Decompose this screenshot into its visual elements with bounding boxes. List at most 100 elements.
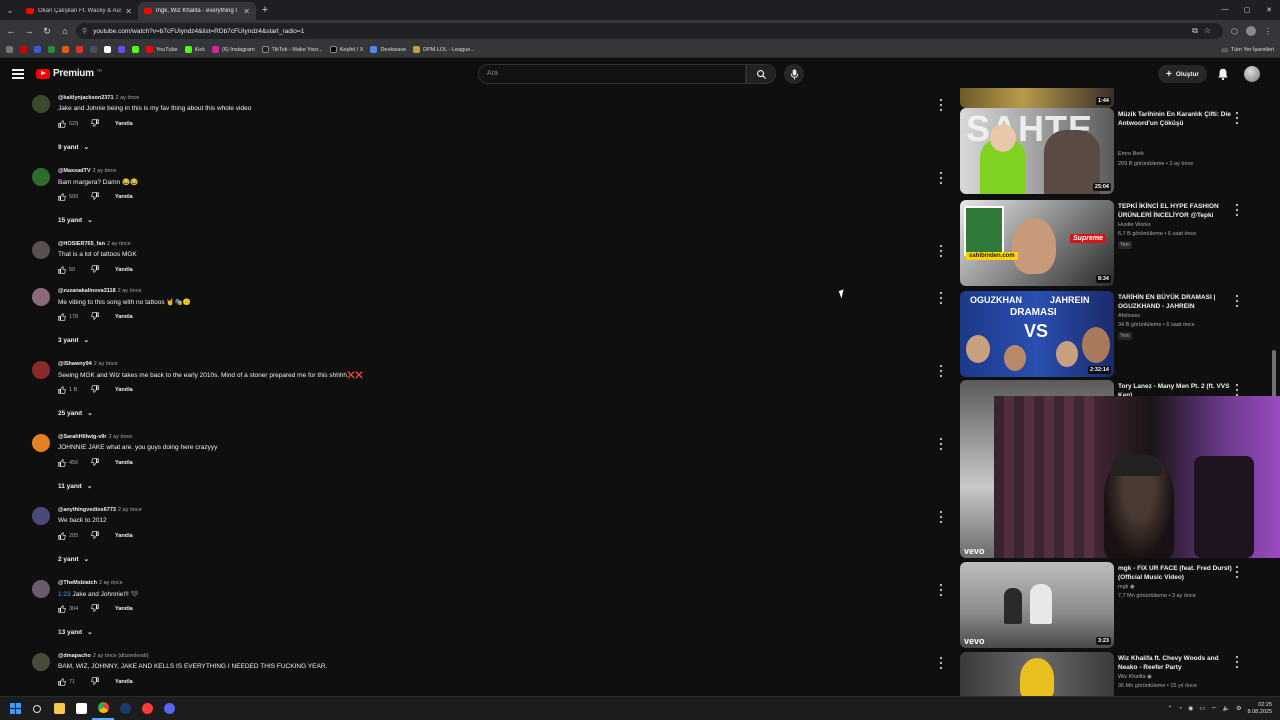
hamburger-menu-icon[interactable]	[12, 68, 24, 80]
comment-handle[interactable]: @anythingvedios6773	[58, 507, 116, 513]
comment-time[interactable]: 2 ay önce	[93, 168, 117, 174]
video-thumbnail[interactable]: SAHTE 25:04	[960, 108, 1114, 194]
comment-more-icon[interactable]	[938, 365, 944, 377]
bookmark-icon-2[interactable]	[34, 46, 41, 53]
user-avatar[interactable]	[1244, 66, 1260, 82]
replies-toggle[interactable]: 2 yanıt ⌄	[58, 555, 89, 564]
discord-icon[interactable]	[158, 698, 180, 720]
bookmark-icon-5[interactable]	[76, 46, 83, 53]
page-scrollbar[interactable]	[1272, 350, 1276, 398]
channel-name[interactable]: Emre Berk	[1118, 151, 1144, 157]
search-button[interactable]	[746, 64, 776, 84]
dislike-icon[interactable]	[91, 531, 99, 539]
commenter-avatar[interactable]	[32, 580, 50, 598]
bookmark-icon-1[interactable]	[20, 46, 27, 53]
like-icon[interactable]	[58, 678, 66, 686]
comment-time[interactable]: 2 ay önce	[118, 288, 142, 294]
related-video[interactable]: OGUZKHAN JAHREIN DRAMASI VS 2:32:14 TARİ…	[960, 291, 1260, 377]
tray-overflow-icon[interactable]: ⌃	[1167, 705, 1172, 712]
calendar-app-icon[interactable]	[70, 698, 92, 720]
reply-button[interactable]: Yanıtla	[115, 606, 133, 612]
video-title[interactable]: TARİHİN EN BÜYÜK DRAMASI | OGUZKHAND - J…	[1118, 294, 1234, 311]
more-options-icon[interactable]	[1234, 204, 1240, 216]
channel-name[interactable]: Wiz Khalifa ◉	[1118, 674, 1152, 680]
commenter-avatar[interactable]	[32, 95, 50, 113]
browser-tab-1[interactable]: Okan Çalışkan Ft. Wacky & Aus ✕	[20, 2, 138, 20]
comment-time[interactable]: 2 ay önce	[94, 361, 118, 367]
dislike-icon[interactable]	[91, 604, 99, 612]
all-bookmarks[interactable]: ▭ Tüm Yer İşaretleri	[1221, 46, 1274, 54]
comment-time[interactable]: 2 ay önce	[99, 580, 123, 586]
replies-toggle[interactable]: 15 yanıt ⌄	[58, 216, 93, 225]
reply-button[interactable]: Yanıtla	[115, 267, 133, 273]
commenter-avatar[interactable]	[32, 241, 50, 259]
profile-avatar[interactable]	[1246, 26, 1256, 36]
comment-more-icon[interactable]	[938, 99, 944, 111]
like-icon[interactable]	[58, 266, 66, 274]
new-tab-button[interactable]: +	[256, 4, 274, 16]
video-thumbnail[interactable]: 1:44	[960, 88, 1114, 108]
dislike-icon[interactable]	[91, 677, 99, 685]
commenter-avatar[interactable]	[32, 434, 50, 452]
tab-close-icon[interactable]: ✕	[125, 7, 132, 16]
tray-settings-icon[interactable]: ⚙	[1236, 705, 1241, 712]
video-title[interactable]: Wiz Khalifa ft. Chevy Woods and Neako - …	[1118, 655, 1234, 672]
forward-arrow-icon[interactable]: →	[22, 24, 36, 38]
comment-handle[interactable]: @dmapacho	[58, 653, 91, 659]
video-thumbnail[interactable]: OGUZKHAN JAHREIN DRAMASI VS 2:32:14	[960, 291, 1114, 377]
comment-more-icon[interactable]	[938, 438, 944, 450]
comment-time[interactable]: 2 ay önce	[116, 95, 140, 101]
dislike-icon[interactable]	[91, 385, 99, 393]
more-options-icon[interactable]	[1234, 295, 1240, 307]
comment-handle[interactable]: @kaitlynjackson2371	[58, 95, 114, 101]
steam-icon[interactable]	[114, 698, 136, 720]
comment-handle[interactable]: @HOSIER765_fan	[58, 241, 105, 247]
related-video[interactable]: Supreme sahibinden.com 8:34 TEPKİ İKİNCİ…	[960, 200, 1260, 286]
site-info-icon[interactable]: ⚲	[82, 27, 87, 35]
bookmark-deokwave[interactable]: Deokwave	[370, 46, 406, 53]
like-icon[interactable]	[58, 313, 66, 321]
video-thumbnail[interactable]	[960, 652, 1114, 696]
replies-toggle[interactable]: 13 yanıt ⌄	[58, 628, 93, 637]
video-title[interactable]: Müzik Tarihinin En Karanlık Çifti: Die A…	[1118, 111, 1234, 128]
extensions-icon[interactable]: ⬡	[1231, 27, 1238, 36]
comment-more-icon[interactable]	[938, 657, 944, 669]
chrome-icon[interactable]	[92, 698, 114, 720]
video-thumbnail[interactable]: vevo 3:23	[960, 562, 1114, 648]
reply-button[interactable]: Yanıtla	[115, 387, 133, 393]
channel-name[interactable]: mgk ◉	[1118, 584, 1135, 590]
address-bar[interactable]: ⚲ youtube.com/watch?v=b7cFUIyndz4&list=R…	[76, 23, 1224, 39]
reply-button[interactable]: Yanıtla	[115, 121, 133, 127]
create-button[interactable]: + Oluştur	[1158, 65, 1207, 83]
like-icon[interactable]	[58, 459, 66, 467]
comment-handle[interactable]: @TheMsbiatch	[58, 580, 97, 586]
home-icon[interactable]: ⌂	[58, 24, 72, 38]
related-video[interactable]: Wiz Khalifa ft. Chevy Woods and Neako - …	[960, 652, 1260, 696]
bookmark-youtube[interactable]: YouTube	[146, 46, 178, 53]
channel-name[interactable]: Hustle Works	[1118, 222, 1151, 228]
like-icon[interactable]	[58, 605, 66, 613]
comment-more-icon[interactable]	[938, 245, 944, 257]
related-video[interactable]: 1:44	[960, 88, 1260, 108]
bookmark-icon-3[interactable]	[48, 46, 55, 53]
bookmark-instagram[interactable]: (6) Instagram	[212, 46, 255, 53]
bookmark-icon-4[interactable]	[62, 46, 69, 53]
bookmark-kick[interactable]: Kick	[184, 46, 205, 53]
dislike-icon[interactable]	[91, 192, 99, 200]
more-options-icon[interactable]	[1234, 112, 1240, 124]
video-thumbnail[interactable]: Supreme sahibinden.com 8:34	[960, 200, 1114, 286]
notifications-bell-icon[interactable]	[1216, 67, 1230, 81]
back-arrow-icon[interactable]: ←	[4, 24, 18, 38]
reply-button[interactable]: Yanıtla	[115, 460, 133, 466]
comment-handle[interactable]: @iShawny94	[58, 361, 92, 367]
bookmark-star-icon[interactable]: ☆	[1204, 26, 1211, 36]
related-video[interactable]: vevo 3:23 mgk - FIX UR FACE (feat. Fred …	[960, 562, 1260, 648]
comment-more-icon[interactable]	[938, 292, 944, 304]
reply-button[interactable]: Yanıtla	[115, 679, 133, 685]
bookmark-x[interactable]: Keşfet / X	[329, 46, 363, 53]
comment-more-icon[interactable]	[938, 172, 944, 184]
network-icon[interactable]: ⌔	[1211, 705, 1217, 713]
video-title[interactable]: mgk - FIX UR FACE (feat. Fred Durst) (Of…	[1118, 565, 1234, 582]
reply-button[interactable]: Yanıtla	[115, 533, 133, 539]
comment-time[interactable]: 2 ay önce	[108, 434, 132, 440]
